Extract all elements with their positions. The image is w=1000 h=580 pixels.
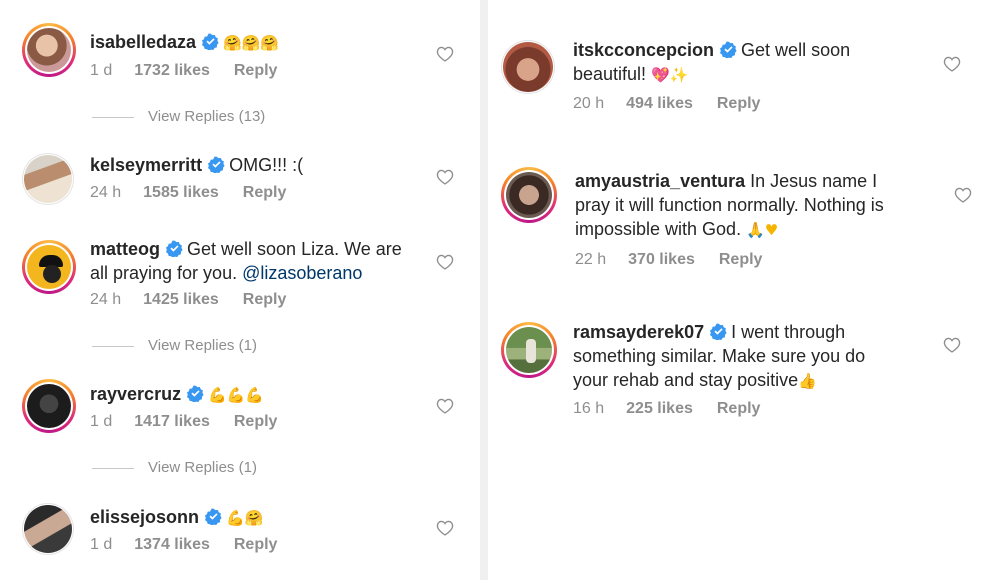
reply-button[interactable]: Reply: [234, 61, 278, 81]
avatar[interactable]: [22, 379, 76, 433]
verified-badge-icon: [205, 508, 222, 525]
comment-time: 1 d: [90, 413, 113, 430]
like-heart-icon[interactable]: [436, 46, 454, 62]
reply-button[interactable]: Reply: [243, 290, 287, 310]
divider-line: [92, 345, 134, 347]
comment-time: 1 d: [90, 536, 113, 553]
reply-button[interactable]: Reply: [719, 250, 763, 270]
avatar[interactable]: [501, 322, 557, 378]
comment-likes[interactable]: 1425 likes: [143, 290, 219, 310]
avatar[interactable]: [22, 240, 76, 294]
comment-username[interactable]: rayvercruz: [90, 384, 181, 404]
view-replies-label: View Replies (1): [148, 337, 257, 354]
verified-badge-icon: [720, 41, 737, 58]
comment-text: beautiful!: [573, 64, 647, 84]
comment-text: pray it will function normally. Nothing …: [575, 195, 884, 215]
comment-time: 24 h: [90, 291, 122, 308]
comment-text: your rehab and stay positive: [573, 370, 799, 390]
comment-text: In Jesus name I: [750, 171, 878, 191]
like-heart-icon[interactable]: [436, 169, 454, 185]
comment-emoji: 💪🤗: [226, 509, 264, 527]
comment-username[interactable]: kelseymerritt: [90, 155, 202, 175]
like-heart-icon[interactable]: [954, 187, 972, 203]
like-heart-icon[interactable]: [436, 254, 454, 270]
comment-emoji: 💪💪💪: [208, 386, 265, 404]
reply-button[interactable]: Reply: [717, 399, 761, 419]
comment-text: all praying for you.: [90, 263, 238, 283]
view-replies-button[interactable]: View Replies (1): [92, 336, 257, 356]
divider-line: [92, 116, 134, 118]
comment-text: OMG!!! :(: [229, 155, 304, 175]
reply-button[interactable]: Reply: [234, 535, 278, 555]
avatar[interactable]: [22, 503, 74, 555]
like-heart-icon[interactable]: [436, 520, 454, 536]
like-heart-icon[interactable]: [943, 337, 961, 353]
comment-likes[interactable]: 1585 likes: [143, 183, 219, 203]
comments-panel-left: isabelledaza 🤗🤗🤗 1 d 1732 likes Reply View …: [0, 0, 480, 580]
comment-text: Get well soon Liza. We are: [187, 239, 402, 259]
comment-time: 1 d: [90, 62, 113, 79]
comment-likes[interactable]: 1417 likes: [134, 412, 210, 432]
comment-likes[interactable]: 1732 likes: [134, 61, 210, 81]
comment-emoji: 🤗🤗🤗: [223, 34, 280, 52]
comment-username[interactable]: isabelledaza: [90, 32, 196, 52]
reply-button[interactable]: Reply: [234, 412, 278, 432]
reply-button[interactable]: Reply: [243, 183, 287, 203]
comment-text: I went through: [731, 322, 846, 342]
verified-badge-icon: [710, 323, 727, 340]
comment-text: impossible with God.: [575, 219, 742, 239]
view-replies-label: View Replies (13): [148, 108, 266, 125]
comment-emoji: 🙏♥: [746, 221, 779, 239]
divider-line: [92, 467, 134, 469]
comment-username[interactable]: matteog: [90, 239, 160, 259]
like-heart-icon[interactable]: [943, 56, 961, 72]
reply-button[interactable]: Reply: [717, 94, 761, 114]
verified-badge-icon: [208, 156, 225, 173]
avatar[interactable]: [501, 167, 557, 223]
comment-likes[interactable]: 225 likes: [626, 399, 693, 419]
comment-time: 22 h: [575, 251, 607, 268]
comment-likes[interactable]: 494 likes: [626, 94, 693, 114]
comment-emoji: 💖✨: [651, 66, 689, 84]
verified-badge-icon: [187, 385, 204, 402]
like-heart-icon[interactable]: [436, 398, 454, 414]
comment-text: Get well soon: [741, 40, 851, 60]
comment-likes[interactable]: 1374 likes: [134, 535, 210, 555]
comment-username[interactable]: itskcconcepcion: [573, 40, 714, 60]
comment-username[interactable]: ramsayderek07: [573, 322, 704, 342]
comment-emoji: 👍: [798, 372, 817, 390]
comment-likes[interactable]: 370 likes: [628, 250, 695, 270]
panel-divider: [480, 0, 488, 580]
avatar[interactable]: [22, 23, 76, 77]
view-replies-label: View Replies (1): [148, 459, 257, 476]
comment-time: 20 h: [573, 95, 605, 112]
comments-panel-right: itskcconcepcion Get well soon beautiful! …: [488, 0, 1000, 580]
comment-username[interactable]: elissejosonn: [90, 507, 199, 527]
view-replies-button[interactable]: View Replies (13): [92, 107, 265, 127]
comment-time: 24 h: [90, 184, 122, 201]
view-replies-button[interactable]: View Replies (1): [92, 458, 257, 478]
comment-username[interactable]: amyaustria_ventura: [575, 171, 745, 191]
avatar[interactable]: [22, 153, 74, 205]
verified-badge-icon: [202, 33, 219, 50]
avatar[interactable]: [501, 40, 555, 94]
comment-text: something similar. Make sure you do: [573, 346, 866, 366]
verified-badge-icon: [166, 240, 183, 257]
comment-time: 16 h: [573, 400, 605, 417]
mention-link[interactable]: @lizasoberano: [242, 263, 362, 283]
